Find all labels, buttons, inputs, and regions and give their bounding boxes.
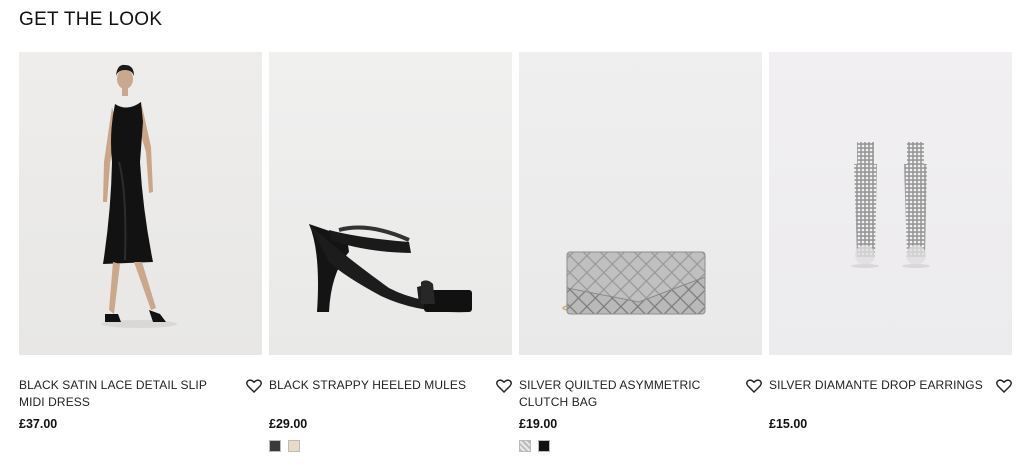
product-image[interactable] [769,52,1012,355]
section-title: GET THE LOOK [19,9,163,30]
product-card[interactable]: SILVER QUILTED ASYMMETRIC CLUTCH BAG £19… [519,52,762,452]
product-name[interactable]: SILVER DIAMANTE DROP EARRINGS [769,377,1012,411]
product-image[interactable] [269,52,512,355]
product-card[interactable]: SILVER DIAMANTE DROP EARRINGS £15.00 [769,52,1012,452]
heart-outline-icon[interactable] [496,379,512,393]
product-price: £29.00 [269,417,308,431]
heart-outline-icon[interactable] [996,379,1012,393]
product-name[interactable]: BLACK SATIN LACE DETAIL SLIP MIDI DRESS [19,377,262,411]
dress-model-illustration [101,64,177,328]
product-price: £37.00 [19,417,58,431]
product-image[interactable] [19,52,262,355]
color-swatches [269,440,512,452]
product-price: £19.00 [519,417,558,431]
product-name[interactable]: SILVER QUILTED ASYMMETRIC CLUTCH BAG [519,377,762,411]
product-card[interactable]: BLACK STRAPPY HEELED MULES £29.00 [269,52,512,452]
product-grid: BLACK SATIN LACE DETAIL SLIP MIDI DRESS … [19,52,1012,452]
product-image[interactable] [519,52,762,355]
product-price: £15.00 [769,417,808,431]
product-card[interactable]: BLACK SATIN LACE DETAIL SLIP MIDI DRESS … [19,52,262,452]
drop-earrings-illustration [851,142,930,268]
swatch-beige[interactable] [288,440,300,452]
swatch-black[interactable] [269,440,281,452]
product-name[interactable]: BLACK STRAPPY HEELED MULES [269,377,512,411]
swatch-black[interactable] [538,440,550,452]
swatch-silver[interactable] [519,440,531,452]
color-swatches [519,440,762,452]
clutch-bag-illustration [562,251,706,315]
heart-outline-icon[interactable] [246,379,262,393]
heeled-mule-illustration [309,224,472,313]
heart-outline-icon[interactable] [746,379,762,393]
